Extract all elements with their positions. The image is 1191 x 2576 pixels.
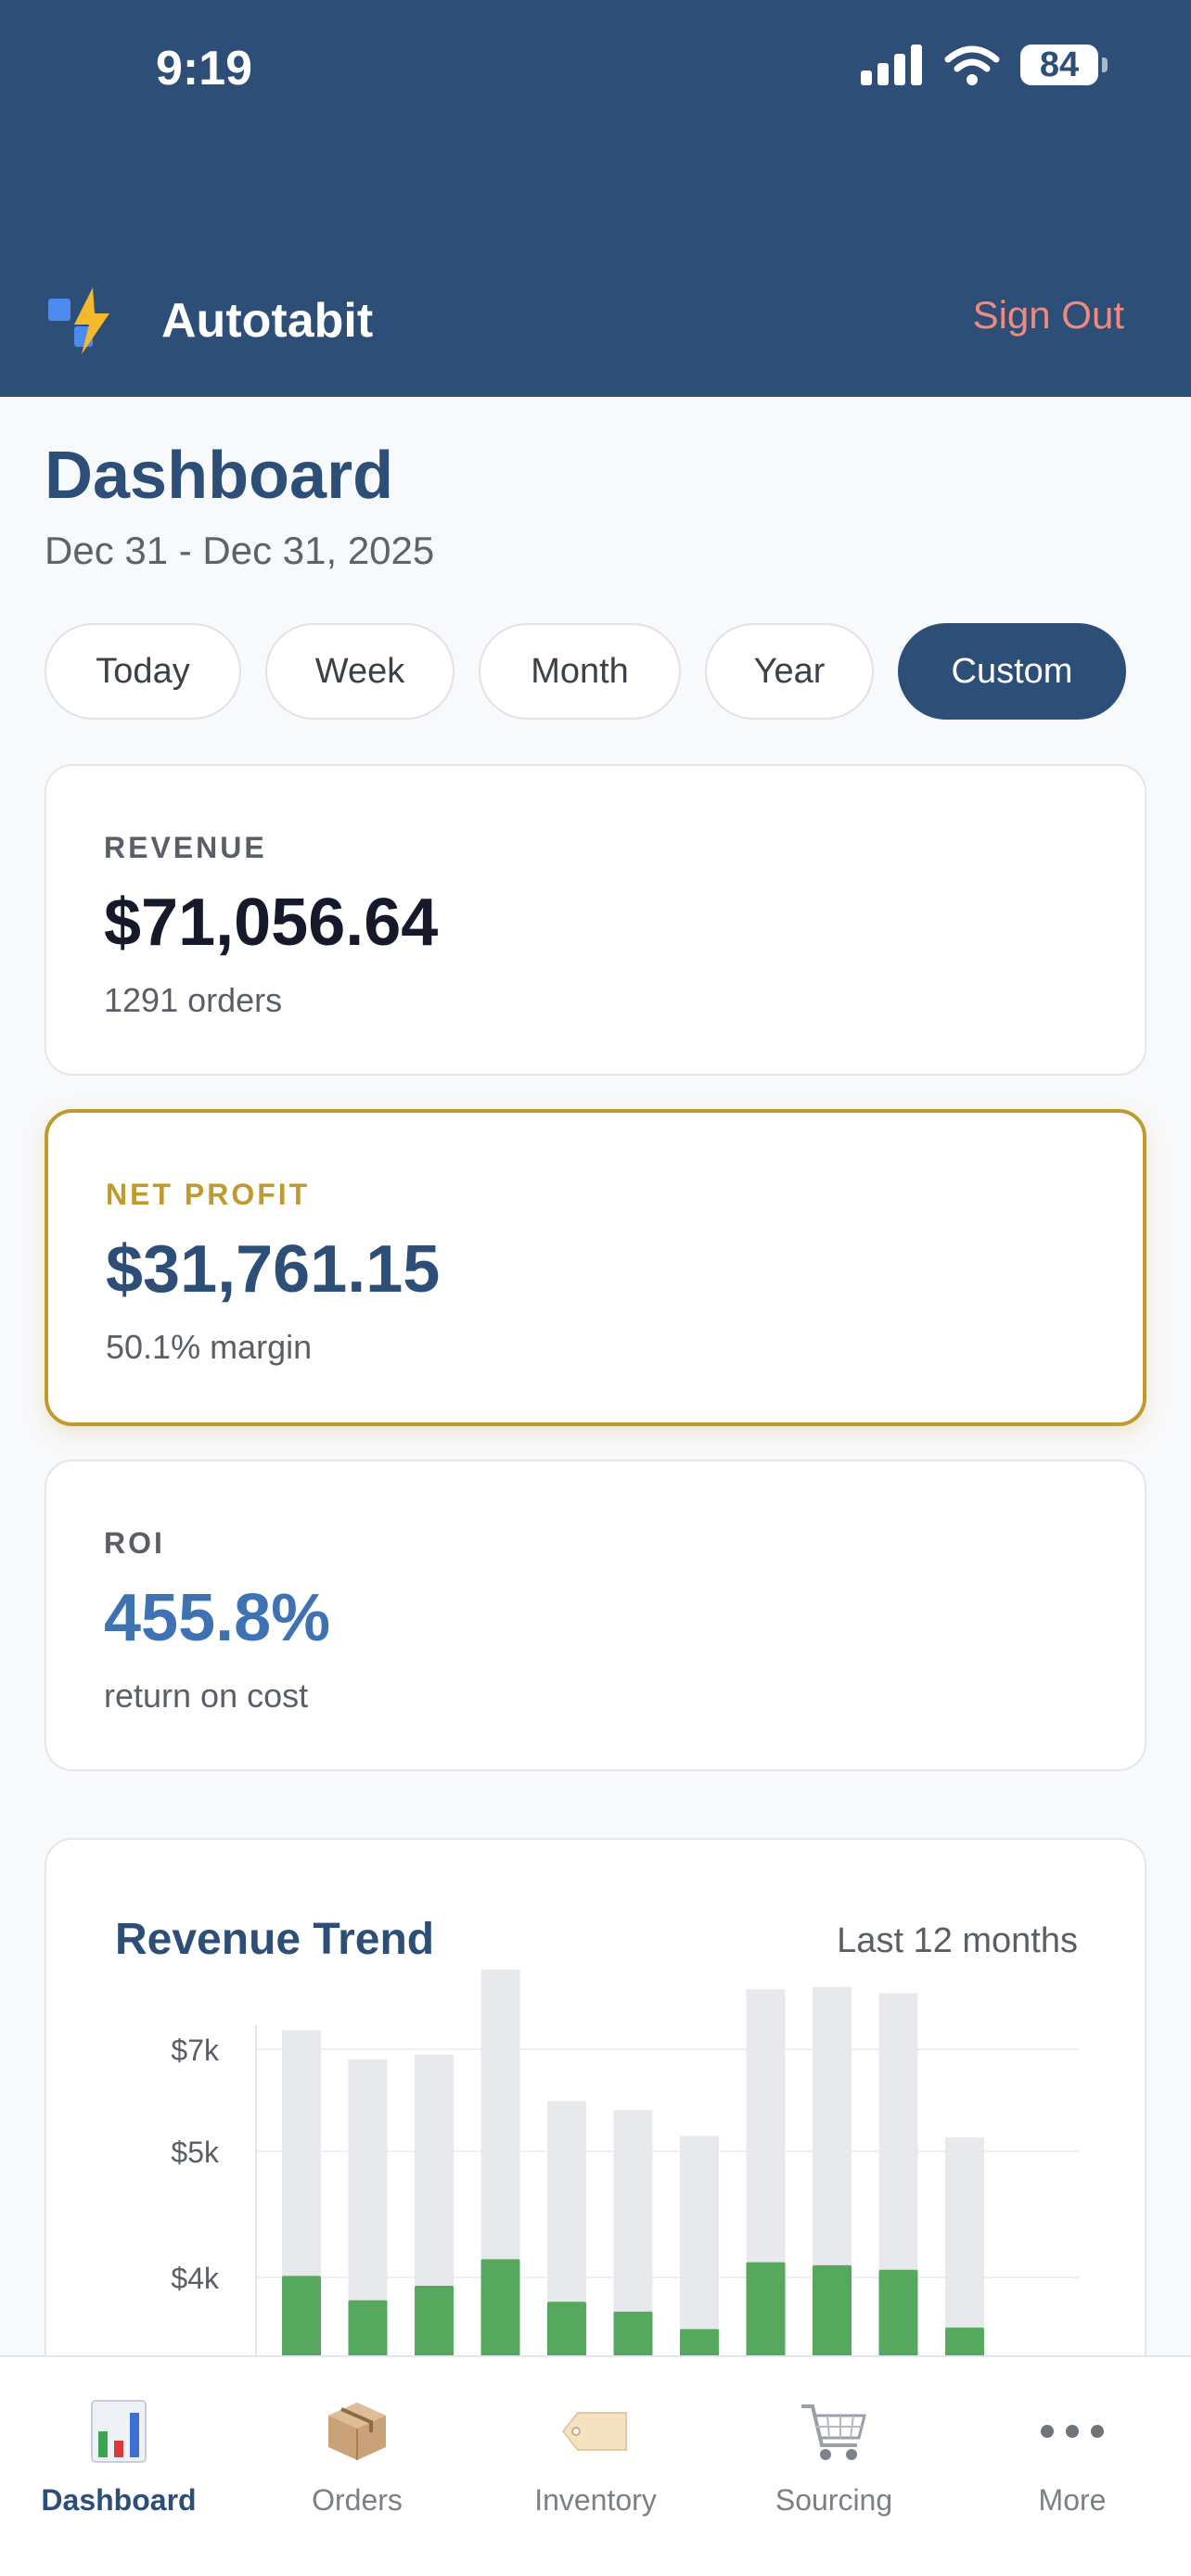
page-title: Dashboard bbox=[45, 439, 394, 513]
brand: Autotabit bbox=[46, 286, 373, 356]
profit-bar bbox=[746, 2262, 786, 2359]
cart-icon bbox=[715, 2394, 953, 2468]
filter-year-button[interactable]: Year bbox=[705, 623, 874, 720]
revenue-bar bbox=[680, 2136, 719, 2359]
y-tick-label: $7k bbox=[171, 2034, 220, 2067]
profit-bar bbox=[348, 2300, 388, 2359]
nav-dashboard[interactable]: Dashboard bbox=[0, 2394, 237, 2518]
roi-label: ROI bbox=[104, 1526, 165, 1560]
filter-week-button[interactable]: Week bbox=[265, 623, 455, 720]
profit-bar bbox=[813, 2264, 852, 2359]
profit-bar bbox=[613, 2311, 653, 2359]
nav-inventory[interactable]: Inventory bbox=[477, 2394, 714, 2518]
revenue-card: REVENUE $71,056.64 1291 orders bbox=[45, 764, 1146, 1076]
net-profit-margin: 50.1% margin bbox=[106, 1328, 313, 1366]
app-logo-icon bbox=[46, 286, 117, 356]
status-icons: 84 bbox=[861, 45, 1108, 85]
y-tick-label: $5k bbox=[171, 2136, 220, 2169]
revenue-value: $71,056.64 bbox=[104, 886, 439, 960]
period-filter: Today Week Month Year Custom bbox=[45, 623, 1126, 720]
net-profit-card: NET PROFIT $31,761.15 50.1% margin bbox=[45, 1109, 1146, 1426]
nav-more-label: More bbox=[1038, 2483, 1107, 2517]
roi-card: ROI 455.8% return on cost bbox=[45, 1460, 1146, 1771]
profit-bar bbox=[282, 2276, 321, 2359]
nav-sourcing[interactable]: Sourcing bbox=[715, 2394, 953, 2518]
net-profit-value: $31,761.15 bbox=[106, 1232, 441, 1307]
nav-more[interactable]: More bbox=[954, 2394, 1191, 2518]
tag-icon bbox=[477, 2394, 714, 2468]
revenue-label: REVENUE bbox=[104, 831, 267, 864]
profit-bar bbox=[480, 2259, 520, 2359]
nav-orders[interactable]: Orders bbox=[238, 2394, 476, 2518]
more-dots-icon bbox=[954, 2394, 1191, 2468]
nav-dashboard-label: Dashboard bbox=[41, 2483, 197, 2517]
nav-sourcing-label: Sourcing bbox=[775, 2483, 893, 2517]
profit-bar bbox=[547, 2302, 586, 2359]
bottom-nav: Dashboard Orders Inventory Sourcing More bbox=[0, 2355, 1191, 2576]
bar-chart-icon bbox=[0, 2394, 237, 2468]
sign-out-button[interactable]: Sign Out bbox=[973, 293, 1124, 338]
profit-bar bbox=[945, 2327, 984, 2359]
filter-custom-button[interactable]: Custom bbox=[898, 623, 1126, 720]
nav-inventory-label: Inventory bbox=[534, 2483, 657, 2517]
wifi-icon bbox=[944, 45, 1000, 85]
revenue-bar bbox=[945, 2137, 984, 2359]
revenue-orders: 1291 orders bbox=[104, 981, 283, 1019]
net-profit-label: NET PROFIT bbox=[106, 1178, 311, 1211]
filter-today-button[interactable]: Today bbox=[45, 623, 241, 720]
filter-month-button[interactable]: Month bbox=[479, 623, 681, 720]
roi-sub: return on cost bbox=[104, 1677, 309, 1715]
status-time: 9:19 bbox=[156, 42, 253, 96]
roi-value: 455.8% bbox=[104, 1581, 331, 1655]
signal-icon bbox=[861, 45, 922, 85]
app-header: 9:19 84 Autotabit Sign Out bbox=[0, 0, 1191, 397]
battery-icon: 84 bbox=[1020, 45, 1108, 85]
app-title: Autotabit bbox=[161, 294, 374, 348]
profit-bar bbox=[415, 2286, 454, 2359]
profit-bar bbox=[878, 2269, 918, 2359]
date-range: Dec 31 - Dec 31, 2025 bbox=[45, 529, 435, 572]
y-tick-label: $4k bbox=[171, 2262, 220, 2295]
package-icon bbox=[238, 2394, 476, 2468]
nav-orders-label: Orders bbox=[312, 2483, 403, 2517]
